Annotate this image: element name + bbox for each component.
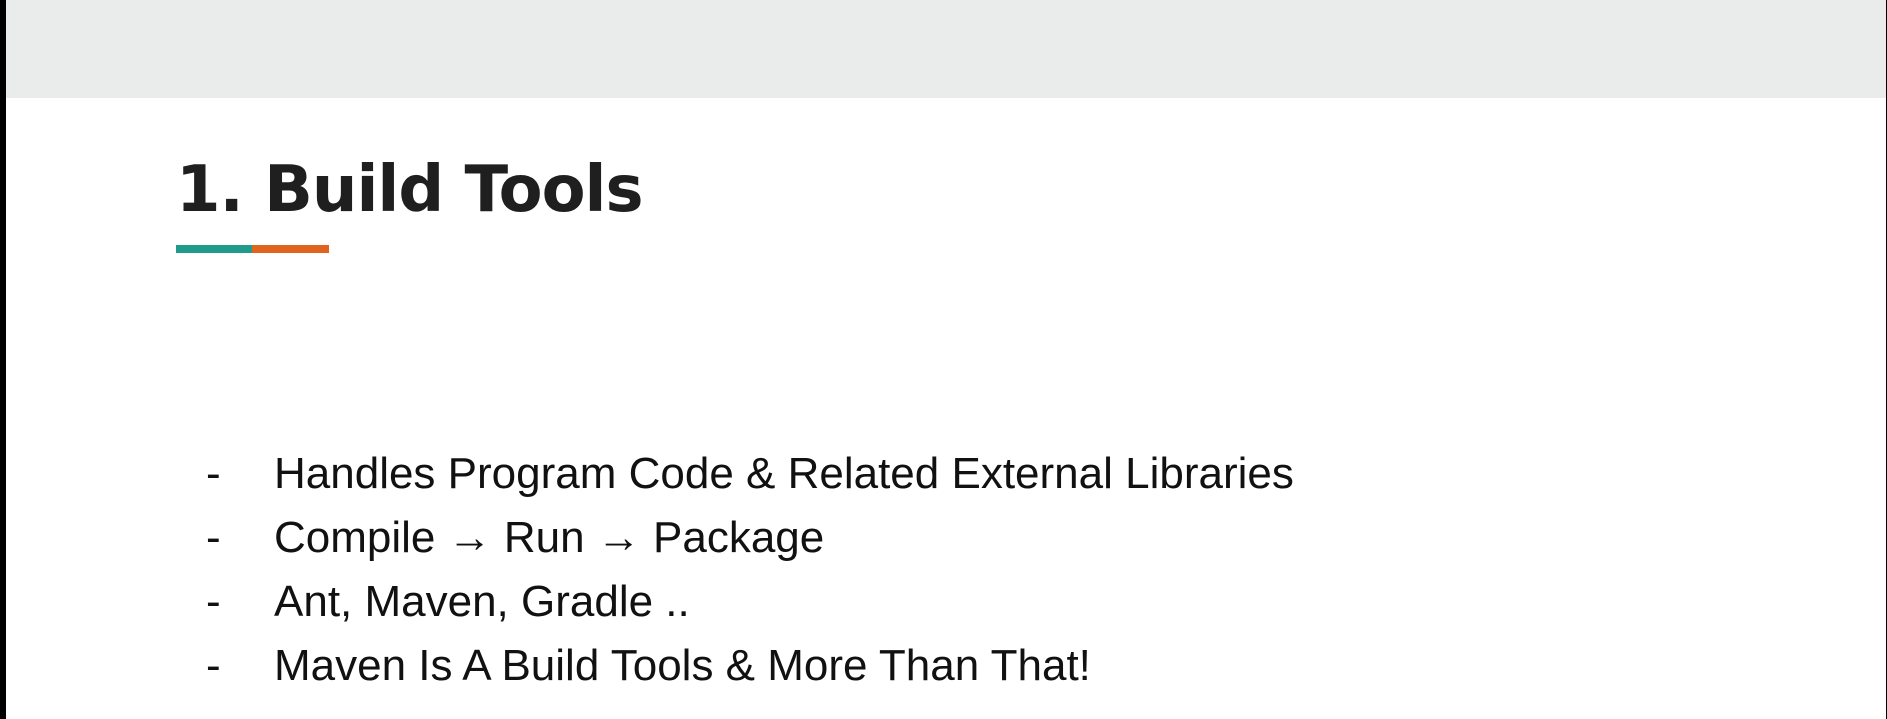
list-item: - Maven Is A Build Tools & More Than Tha…	[206, 634, 1294, 698]
bullet-marker: -	[206, 641, 221, 690]
bullet-list: - Handles Program Code & Related Externa…	[206, 442, 1294, 698]
bullet-marker: -	[206, 449, 221, 498]
bullet-marker: -	[206, 577, 221, 626]
bullet-text: Ant, Maven, Gradle ..	[274, 577, 690, 626]
slide-title: 1. Build Tools	[176, 153, 644, 227]
bullet-marker: -	[206, 513, 221, 562]
bullet-text: Handles Program Code & Related External …	[274, 449, 1294, 498]
presentation-frame: 1. Build Tools - Handles Program Code & …	[0, 0, 1887, 719]
bullet-text: Maven Is A Build Tools & More Than That!	[274, 641, 1091, 690]
bullet-text: Compile → Run → Package	[274, 513, 825, 562]
accent-orange-segment	[252, 245, 329, 253]
list-item: - Compile → Run → Package	[206, 506, 1294, 570]
list-item: - Handles Program Code & Related Externa…	[206, 442, 1294, 506]
list-item: - Ant, Maven, Gradle ..	[206, 570, 1294, 634]
slide: 1. Build Tools - Handles Program Code & …	[6, 0, 1886, 719]
title-accent-underline	[176, 245, 329, 253]
slide-header-band	[6, 0, 1886, 98]
accent-teal-segment	[176, 245, 252, 253]
